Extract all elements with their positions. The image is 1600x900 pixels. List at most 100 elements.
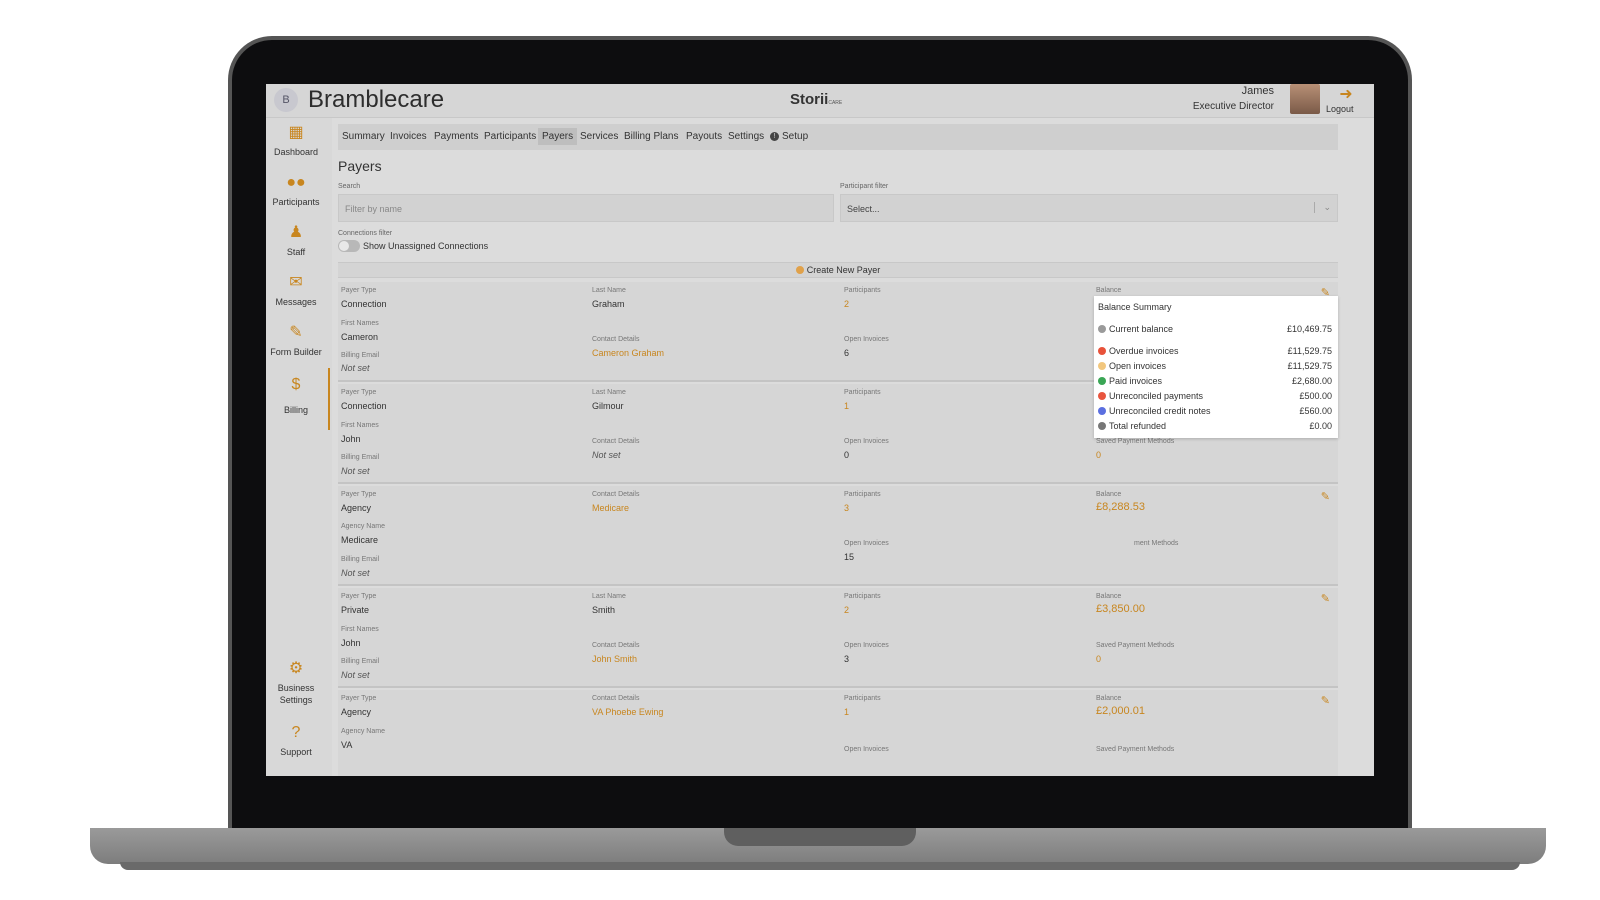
contact-link[interactable]: Medicare	[592, 503, 629, 513]
payer-type-label: Payer Type	[341, 491, 377, 498]
tab-setup[interactable]: ! Setup	[766, 128, 812, 145]
saved-payment-methods[interactable]: 0	[1096, 450, 1101, 460]
tab-payouts[interactable]: Payouts	[682, 128, 726, 145]
chevron-down-icon[interactable]: ⌄	[1314, 202, 1331, 213]
top-bar: B Bramblecare StoriiCARE James Executive…	[266, 84, 1374, 118]
first-names: John	[341, 434, 361, 444]
billing-email-label: Billing Email	[341, 454, 380, 461]
sidebar-label: Billing	[283, 405, 308, 415]
participants-count[interactable]: 1	[844, 401, 849, 411]
billing-email-label: Billing Email	[341, 352, 380, 359]
sidebar-item-billing[interactable]: $ Billing	[266, 376, 326, 416]
billing-email-label: Billing Email	[341, 658, 380, 665]
participant-filter-select[interactable]: Select... ⌄	[840, 194, 1338, 222]
balance-row-label: Current balance	[1109, 324, 1174, 334]
billing-email: Not set	[341, 670, 370, 680]
search-label: Search	[338, 183, 361, 190]
sidebar-item-participants[interactable]: ●● Participants	[266, 174, 326, 208]
balance-row-label: Total refunded	[1109, 421, 1167, 431]
balance-label: Balance	[1096, 593, 1122, 600]
first-names-label: First Names	[341, 320, 379, 327]
balance-row-amount: £500.00	[1299, 391, 1332, 401]
open-invoices-label: Open Invoices	[844, 540, 889, 547]
tab-participants[interactable]: Participants	[480, 128, 540, 145]
balance-row: Current balance £10,469.75	[1098, 324, 1334, 336]
logout-icon[interactable]: ➜	[1336, 84, 1356, 104]
form-builder-icon: ✎	[289, 324, 303, 341]
pencil-icon[interactable]: ✎	[1321, 592, 1330, 605]
contact-details: Not set	[592, 450, 621, 460]
avatar[interactable]	[1290, 84, 1320, 114]
balance-row: Unreconciled credit notes £560.00	[1098, 406, 1334, 418]
last-name: Smith	[592, 605, 616, 615]
user-role: Executive Director	[1192, 101, 1274, 112]
app-screen: B Bramblecare StoriiCARE James Executive…	[266, 84, 1374, 776]
contact-link[interactable]: VA Phoebe Ewing	[592, 707, 663, 717]
pencil-icon[interactable]: ✎	[1321, 490, 1330, 503]
tab-summary[interactable]: Summary	[338, 128, 389, 145]
participants-label: Participants	[844, 491, 881, 498]
toggle-label: Show Unassigned Connections	[363, 241, 489, 251]
gear-icon: ⚙	[288, 660, 304, 677]
sidebar-item-messages[interactable]: ✉ Messages	[266, 274, 326, 308]
unassigned-connections-toggle[interactable]	[338, 240, 360, 252]
brand-name: Bramblecare	[308, 86, 445, 113]
tab-services[interactable]: Services	[576, 128, 622, 145]
billing-icon: $	[291, 376, 301, 393]
participants-label: Participants	[844, 389, 881, 396]
balance-row: Total refunded £0.00	[1098, 421, 1334, 433]
contact-link[interactable]: John Smith	[592, 654, 637, 664]
agency-name: Medicare	[341, 535, 379, 545]
participants-count[interactable]: 3	[844, 503, 849, 513]
tab-billing-plans[interactable]: Billing Plans	[620, 128, 682, 145]
balance-label: Balance	[1096, 695, 1122, 702]
open-invoices-label: Open Invoices	[844, 438, 889, 445]
participants-count[interactable]: 1	[844, 707, 849, 717]
staff-icon: ♟	[288, 224, 304, 241]
balance-amount: £2,000.01	[1096, 705, 1145, 717]
check-icon	[1098, 377, 1106, 385]
tab-payments[interactable]: Payments	[430, 128, 482, 145]
create-new-payer-button[interactable]: Create New Payer	[338, 262, 1338, 278]
agency-name: VA	[341, 740, 353, 750]
last-name-label: Last Name	[592, 287, 626, 294]
brand-logo[interactable]: B	[274, 88, 298, 112]
balance-summary-title: Balance Summary	[1098, 302, 1172, 312]
contact-details-label: Contact Details	[592, 695, 640, 702]
sidebar-item-dashboard[interactable]: ▦ Dashboard	[266, 124, 326, 158]
contact-details-label: Contact Details	[592, 491, 640, 498]
saved-payment-methods-label: Saved Payment Methods	[1096, 642, 1175, 649]
payer-type: Private	[341, 605, 370, 615]
tab-payers[interactable]: Payers	[538, 128, 578, 145]
logout-button[interactable]: Logout	[1326, 104, 1354, 114]
tab-settings[interactable]: Settings	[724, 128, 768, 145]
last-name-label: Last Name	[592, 389, 626, 396]
pencil-icon[interactable]: ✎	[1321, 694, 1330, 707]
tab-invoices[interactable]: Invoices	[386, 128, 431, 145]
dashboard-icon: ▦	[288, 124, 304, 141]
sidebar-label: Dashboard	[273, 147, 319, 157]
open-invoices: 6	[844, 348, 850, 358]
sidebar-item-business-settings[interactable]: ⚙ Business Settings	[266, 660, 326, 706]
participants-count[interactable]: 2	[844, 605, 849, 615]
credit-note-icon	[1098, 407, 1106, 415]
saved-payment-methods[interactable]: 0	[1096, 654, 1101, 664]
messages-icon: ✉	[289, 274, 303, 291]
create-new-payer-label: Create New Payer	[806, 265, 881, 275]
saved-payment-methods-label: Saved Payment Methods	[1096, 438, 1175, 445]
contact-details-label: Contact Details	[592, 336, 640, 343]
participants-count[interactable]: 2	[844, 299, 849, 309]
participant-filter-label: Participant filter	[840, 183, 889, 190]
sidebar-item-support[interactable]: ? Support	[266, 724, 326, 758]
connections-filter-label: Connections filter	[338, 230, 393, 237]
payer-type-label: Payer Type	[341, 287, 377, 294]
contact-link[interactable]: Cameron Graham	[592, 348, 664, 358]
laptop-scene: B Bramblecare StoriiCARE James Executive…	[0, 0, 1600, 900]
sidebar-item-staff[interactable]: ♟ Staff	[266, 224, 326, 258]
billing-email: Not set	[341, 363, 370, 373]
search-input[interactable]: Filter by name	[338, 194, 834, 222]
sidebar-item-form-builder[interactable]: ✎ Form Builder	[266, 324, 326, 358]
agency-name-label: Agency Name	[341, 728, 385, 735]
last-name: Graham	[592, 299, 625, 309]
page-title: Payers	[338, 158, 382, 174]
